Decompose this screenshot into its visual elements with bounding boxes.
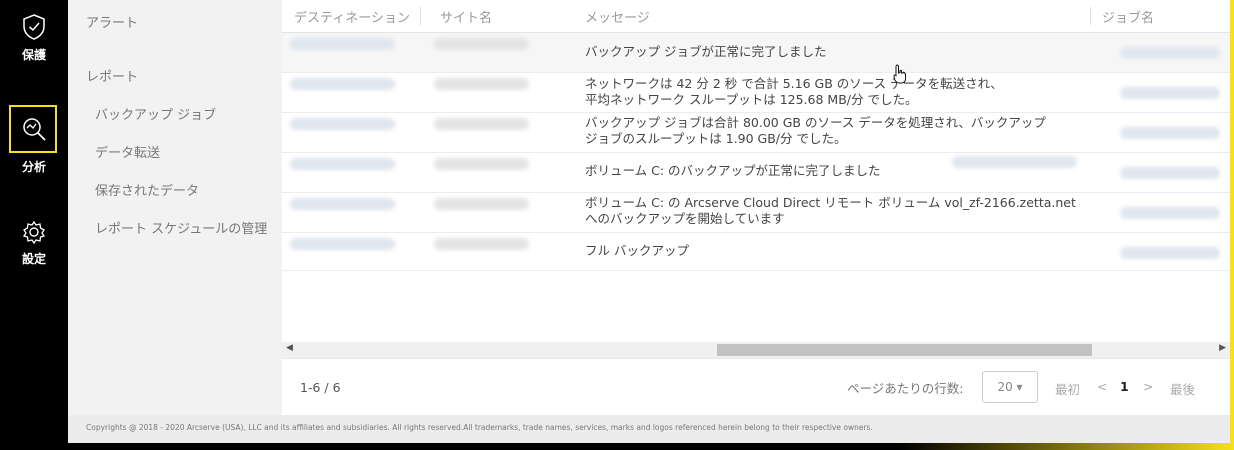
sub-navigation: アラート レポート バックアップ ジョブ データ転送 保存されたデータ レポート… bbox=[68, 0, 282, 415]
message-line: バックアップ ジョブは合計 80.00 GB のソース データを処理され、バック… bbox=[585, 115, 1046, 130]
subnav-reports[interactable]: レポート bbox=[86, 66, 138, 85]
nav-protect-label: 保護 bbox=[21, 48, 46, 62]
subnav-report-schedule[interactable]: レポート スケジュールの管理 bbox=[95, 218, 267, 237]
message-cell: ネットワークは 42 分 2 秒 で合計 5.16 GB のソース データを転送… bbox=[585, 76, 1003, 108]
prev-page-button[interactable]: < bbox=[1097, 379, 1107, 394]
left-navigation: 保護 分析 設定 bbox=[0, 0, 68, 450]
destination-cell bbox=[290, 158, 395, 170]
message-line: 平均ネットワーク スループットは 125.68 MB/分 でした。 bbox=[585, 92, 918, 107]
col-site-name[interactable]: サイト名 bbox=[440, 7, 492, 26]
message-line: ボリューム C: の Arcserve Cloud Direct リモート ボリ… bbox=[585, 195, 1076, 210]
col-job-name[interactable]: ジョブ名 bbox=[1102, 7, 1154, 26]
subnav-backup-jobs[interactable]: バックアップ ジョブ bbox=[95, 104, 216, 123]
footer: Copyrights @ 2018 - 2020 Arcserve (USA),… bbox=[68, 415, 1230, 443]
job-name-cell bbox=[1120, 47, 1220, 59]
table-header: デスティネーション サイト名 メッセージ ジョブ名 bbox=[282, 0, 1230, 33]
destination-cell bbox=[290, 118, 395, 130]
table-row[interactable]: バックアップ ジョブが正常に完了しました bbox=[282, 33, 1230, 73]
table-row[interactable]: フル バックアップ bbox=[282, 233, 1230, 271]
message-line: フル バックアップ bbox=[585, 243, 689, 258]
pagination-bar: 1-6 / 6 ページあたりの行数: 20 ▾ 最初 < 1 > 最後 bbox=[282, 358, 1230, 416]
rows-per-page-label: ページあたりの行数: bbox=[847, 381, 964, 396]
table-row[interactable]: ネットワークは 42 分 2 秒 で合計 5.16 GB のソース データを転送… bbox=[282, 73, 1230, 113]
first-page-button[interactable]: 最初 bbox=[1055, 379, 1080, 398]
job-name-cell bbox=[1120, 207, 1220, 219]
scroll-right-icon[interactable]: ▶ bbox=[1219, 343, 1226, 353]
destination-cell bbox=[290, 238, 395, 250]
nav-analysis-label: 分析 bbox=[21, 160, 46, 174]
message-line: バックアップ ジョブが正常に完了しました bbox=[585, 44, 827, 59]
job-name-cell bbox=[1120, 167, 1220, 179]
destination-cell bbox=[290, 198, 395, 210]
gear-icon bbox=[22, 220, 46, 244]
site-name-cell bbox=[434, 158, 529, 170]
message-line: ジョブのスループットは 1.90 GB/分 でした。 bbox=[585, 131, 847, 146]
column-divider bbox=[1090, 7, 1091, 25]
col-message[interactable]: メッセージ bbox=[585, 7, 650, 26]
subnav-data-transfer[interactable]: データ転送 bbox=[95, 142, 160, 161]
site-name-cell bbox=[434, 238, 529, 250]
report-table-panel: デスティネーション サイト名 メッセージ ジョブ名 バックアップ ジョブが正常に… bbox=[282, 0, 1230, 416]
message-cell: バックアップ ジョブは合計 80.00 GB のソース データを処理され、バック… bbox=[585, 115, 1046, 147]
message-line: へのバックアップを開始しています bbox=[585, 211, 785, 226]
table-row[interactable]: バックアップ ジョブは合計 80.00 GB のソース データを処理され、バック… bbox=[282, 113, 1230, 153]
col-destination[interactable]: デスティネーション bbox=[294, 7, 410, 26]
horizontal-scrollbar[interactable]: ◀ ▶ bbox=[282, 342, 1230, 358]
table-row[interactable]: ボリューム C: のバックアップが正常に完了しました bbox=[282, 153, 1230, 193]
message-cell: ボリューム C: の Arcserve Cloud Direct リモート ボリ… bbox=[585, 195, 1076, 227]
rows-per-page-select[interactable]: 20 ▾ bbox=[982, 371, 1038, 403]
last-page-button[interactable]: 最後 bbox=[1170, 379, 1195, 398]
nav-protect[interactable]: 保護 bbox=[0, 14, 68, 63]
destination-cell bbox=[290, 78, 395, 90]
accent-bottom bbox=[900, 443, 1234, 450]
destination-cell bbox=[290, 38, 395, 50]
site-name-cell bbox=[434, 118, 529, 130]
site-name-cell bbox=[434, 38, 529, 50]
message-line: ボリューム C: のバックアップが正常に完了しました bbox=[585, 163, 881, 178]
table-row[interactable]: ボリューム C: の Arcserve Cloud Direct リモート ボリ… bbox=[282, 193, 1230, 233]
message-cell: ボリューム C: のバックアップが正常に完了しました bbox=[585, 163, 881, 179]
hand-cursor-icon bbox=[893, 64, 906, 84]
accent-edge bbox=[1230, 0, 1234, 450]
scroll-left-icon[interactable]: ◀ bbox=[286, 343, 293, 353]
scrollbar-thumb[interactable] bbox=[717, 344, 1092, 356]
job-name-cell bbox=[1120, 127, 1220, 139]
current-page[interactable]: 1 bbox=[1120, 379, 1129, 394]
job-name-cell bbox=[1120, 247, 1220, 259]
next-page-button[interactable]: > bbox=[1143, 379, 1153, 394]
message-cell: バックアップ ジョブが正常に完了しました bbox=[585, 44, 826, 60]
job-name-cell bbox=[1120, 87, 1220, 99]
column-divider bbox=[420, 7, 421, 25]
shield-icon bbox=[23, 14, 45, 40]
nav-settings-label: 設定 bbox=[21, 252, 46, 266]
search-analytics-icon bbox=[23, 118, 46, 141]
nav-analysis[interactable]: 分析 bbox=[0, 116, 68, 175]
message-cell: フル バックアップ bbox=[585, 243, 689, 259]
subnav-alerts[interactable]: アラート bbox=[86, 12, 138, 31]
subnav-stored-data[interactable]: 保存されたデータ bbox=[95, 180, 199, 199]
site-name-cell bbox=[434, 198, 529, 210]
message-line: ネットワークは 42 分 2 秒 で合計 5.16 GB のソース データを転送… bbox=[585, 76, 1003, 91]
copyright-text: Copyrights @ 2018 - 2020 Arcserve (USA),… bbox=[86, 423, 873, 432]
blurred-text bbox=[952, 156, 1077, 168]
row-range: 1-6 / 6 bbox=[300, 380, 341, 395]
nav-settings[interactable]: 設定 bbox=[0, 220, 68, 267]
site-name-cell bbox=[434, 78, 529, 90]
